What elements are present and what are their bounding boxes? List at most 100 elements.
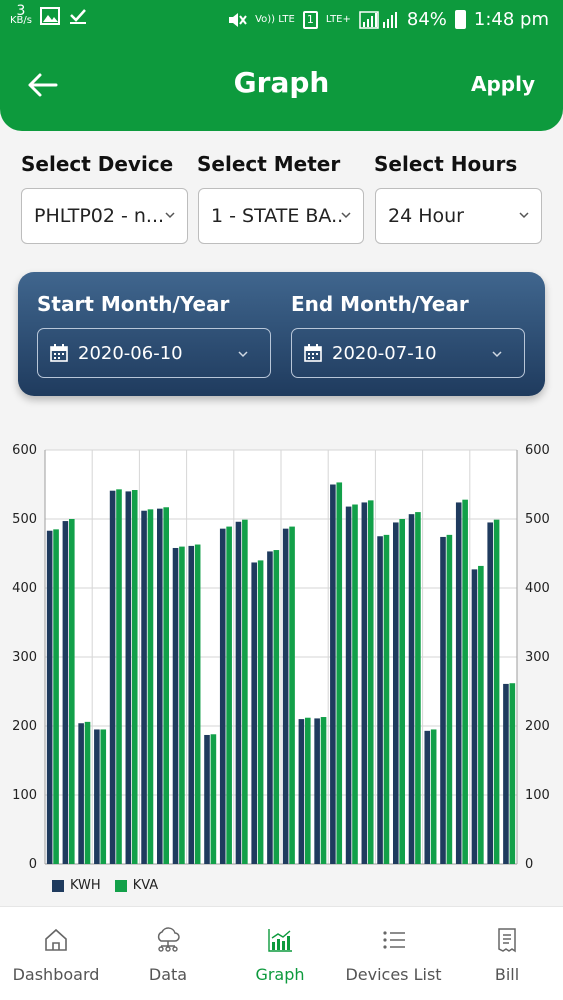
bar-kva (478, 565, 484, 864)
select-hours-label: Select Hours (374, 152, 518, 176)
bar-kva (163, 507, 169, 864)
start-date-field[interactable]: 2020-06-10 (37, 328, 271, 378)
nav-data-label: Data (148, 965, 188, 984)
bar-kwh (282, 528, 289, 864)
clock: 1:48 pm (473, 9, 549, 30)
receipt-icon (498, 928, 516, 953)
lte-indicator: LTE+ (325, 13, 351, 25)
bar-kwh (251, 562, 257, 864)
status-left: 3 KB/s (10, 4, 88, 26)
bar-kwh (503, 683, 509, 864)
end-month-label: End Month/Year (291, 292, 469, 316)
network-speed: 3 KB/s (10, 4, 32, 26)
bar-kva (509, 683, 516, 864)
chart-canvas: 0 0 100 100 200 200 300 300 400 400 500 500 600 600 (12, 443, 550, 872)
bar-kwh (235, 521, 242, 864)
app-bar: 3 KB/s Vo)) LTE 1 LTE+ 84% 1:48 pm Graph… (0, 0, 563, 131)
device-dropdown-value: PHLTP02 - n... (34, 205, 165, 227)
legend-swatch-kwh (52, 879, 64, 892)
y-tick-label-right: 500 (525, 512, 550, 527)
y-tick-label-left: 500 (12, 512, 37, 527)
end-date-value: 2020-07-10 (332, 343, 437, 364)
bar-kva (273, 550, 280, 864)
bar-kwh (62, 521, 69, 864)
start-month-label: Start Month/Year (37, 292, 230, 316)
bar-kva (399, 519, 405, 864)
bar-kva (69, 519, 75, 864)
chevron-down-icon (238, 351, 248, 358)
sim-indicator: 1 (302, 10, 318, 29)
meter-dropdown[interactable]: 1 - STATE BA... (198, 188, 364, 244)
kwh-kva-bar-chart: 0 0 100 100 200 200 300 300 400 400 500 500 600 600 (0, 428, 563, 908)
nav-bill[interactable]: Bill (451, 907, 563, 1000)
nav-dashboard[interactable]: Dashboard (0, 907, 112, 1000)
bar-kva (336, 482, 343, 864)
bar-kwh (219, 528, 226, 864)
bar-kva (257, 560, 264, 864)
y-tick-label-right: 100 (525, 788, 550, 803)
apply-button[interactable]: Apply (471, 72, 535, 96)
bottom-navigation: Dashboard Data Graph Devices List Bill (0, 906, 563, 1000)
bar-kva (462, 499, 468, 864)
select-device-label: Select Device (21, 152, 174, 176)
bar-kva (210, 734, 217, 864)
mute-icon (229, 12, 247, 27)
bar-kwh (298, 719, 305, 864)
y-tick-label-right: 400 (525, 581, 550, 596)
signal-icon (359, 10, 397, 29)
nav-graph[interactable]: Graph (224, 907, 336, 1000)
app-root: 3 KB/s Vo)) LTE 1 LTE+ 84% 1:48 pm Graph… (0, 0, 563, 1000)
bar-kwh (330, 484, 336, 864)
status-bar: 3 KB/s Vo)) LTE 1 LTE+ 84% 1:48 pm (0, 0, 563, 40)
bar-kwh (188, 545, 195, 864)
bar-kva (147, 509, 154, 864)
bar-kwh (361, 502, 368, 864)
bar-kva (493, 519, 500, 864)
y-tick-label-right: 200 (525, 719, 550, 734)
list-icon (382, 931, 405, 949)
volte-indicator: Vo)) LTE (255, 13, 295, 25)
y-tick-label-left: 300 (12, 650, 37, 665)
start-date-value: 2020-06-10 (78, 343, 183, 364)
bar-kwh (141, 510, 147, 864)
bar-kwh (267, 551, 273, 864)
check-download-icon (70, 9, 86, 24)
end-date-field[interactable]: 2020-07-10 (291, 328, 525, 378)
hours-dropdown-value: 24 Hour (388, 205, 464, 227)
bar-kva (242, 519, 248, 864)
bar-kva (383, 534, 390, 864)
y-tick-label-right: 0 (525, 857, 533, 872)
device-dropdown[interactable]: PHLTP02 - n... (21, 188, 188, 244)
network-speed-unit: KB/s (10, 15, 32, 26)
hours-dropdown[interactable]: 24 Hour (375, 188, 542, 244)
header: Graph Apply (0, 48, 563, 120)
home-icon (45, 928, 67, 951)
bar-kwh (440, 536, 446, 864)
calendar-icon (50, 344, 68, 362)
meter-dropdown-value: 1 - STATE BA... (211, 205, 345, 227)
y-tick-label-right: 600 (525, 443, 550, 458)
bar-kva (352, 504, 358, 864)
bar-kva (226, 526, 232, 864)
bar-kwh (455, 502, 462, 864)
bar-kva (53, 529, 59, 864)
bar-kwh (314, 718, 320, 864)
bar-kwh (424, 730, 431, 864)
bar-kwh (78, 723, 84, 864)
bar-kwh (471, 569, 478, 864)
legend-label-kva: KVA (132, 878, 159, 893)
nav-devices-list[interactable]: Devices List (336, 907, 451, 1000)
bar-kwh (172, 547, 179, 864)
chevron-down-icon (519, 212, 529, 219)
bar-kwh (204, 734, 210, 864)
bar-kva (446, 534, 453, 864)
bar-kwh (125, 491, 132, 864)
nav-data[interactable]: Data (112, 907, 224, 1000)
y-tick-label-right: 300 (525, 650, 550, 665)
bar-kva (305, 717, 311, 864)
bar-kwh (109, 490, 116, 864)
bar-kva (84, 721, 91, 864)
bar-kwh (377, 536, 383, 864)
nav-dashboard-label: Dashboard (12, 965, 100, 984)
select-meter-label: Select Meter (197, 152, 341, 176)
